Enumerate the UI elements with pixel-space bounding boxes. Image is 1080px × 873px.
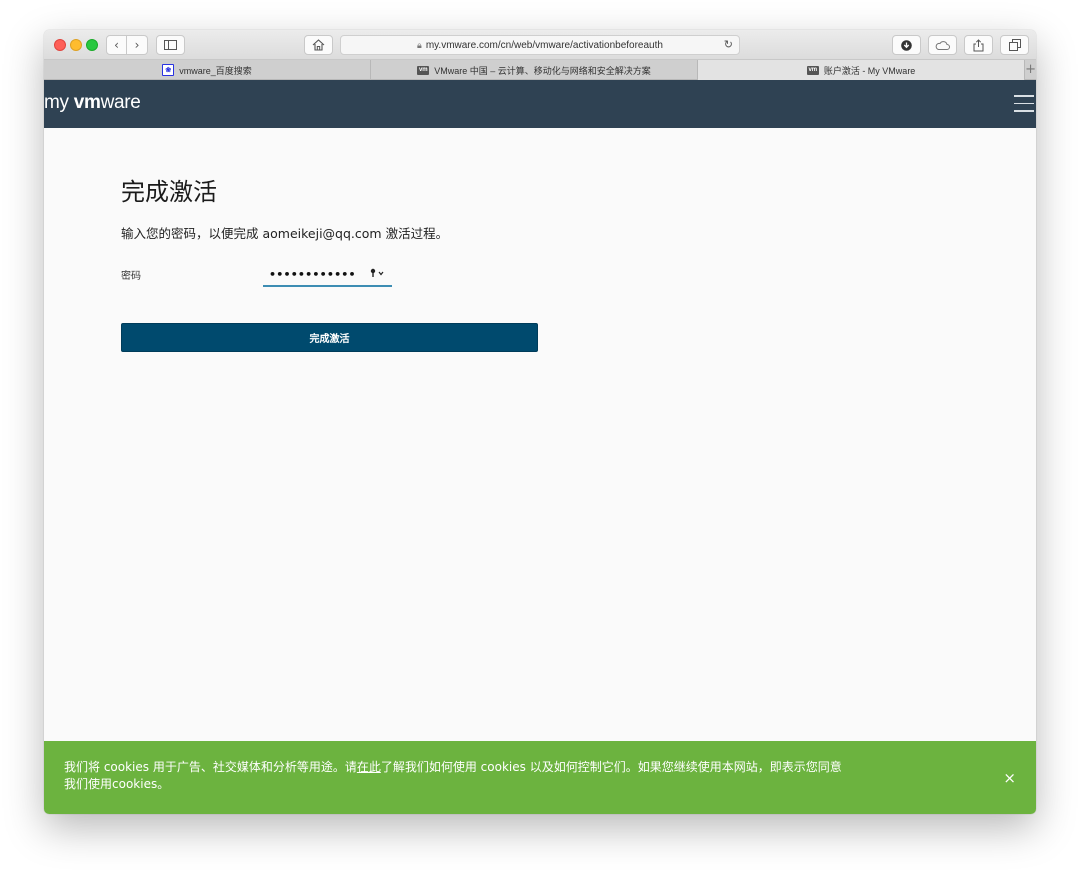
home-button[interactable] — [304, 35, 333, 55]
back-button[interactable]: ‹ — [106, 35, 127, 55]
share-icon — [973, 38, 984, 51]
lock-icon: 🔒︎ — [417, 39, 422, 50]
my-vmware-logo[interactable]: my vmware — [44, 92, 141, 114]
downloads-button[interactable] — [892, 35, 921, 55]
close-icon[interactable]: × — [1003, 769, 1016, 787]
key-icon — [370, 268, 384, 277]
sidebar-icon — [164, 40, 177, 50]
site-header: my vmware — [44, 80, 1036, 128]
tab-account-activation[interactable]: vm 账户激活 - My VMware — [698, 60, 1026, 80]
cookie-banner: 我们将 cookies 用于广告、社交媒体和分析等用途。请在此了解我们如何使用 … — [44, 741, 1036, 814]
menu-icon[interactable] — [1014, 95, 1034, 113]
tabs-icon — [1008, 39, 1021, 51]
tab-title: VMware 中国 – 云计算、移动化与网络和安全解决方案 — [434, 65, 651, 76]
new-tab-button[interactable]: + — [1025, 60, 1036, 79]
complete-activation-button[interactable]: 完成激活 — [121, 323, 538, 352]
icloud-button[interactable] — [928, 35, 957, 55]
tab-bar: ❀ vmware_百度搜索 vm VMware 中国 – 云计算、移动化与网络和… — [44, 60, 1036, 80]
tab-overview-button[interactable] — [1000, 35, 1029, 55]
tab-vmware-china[interactable]: vm VMware 中国 – 云计算、移动化与网络和安全解决方案 — [371, 60, 699, 80]
sidebar-toggle-button[interactable] — [156, 35, 185, 55]
fullscreen-window-button[interactable] — [86, 39, 98, 51]
tab-baidu-search[interactable]: ❀ vmware_百度搜索 — [44, 60, 372, 80]
download-icon — [901, 39, 912, 51]
cloud-icon — [935, 40, 950, 50]
close-window-button[interactable] — [54, 39, 66, 51]
password-label: 密码 — [121, 271, 141, 282]
logo-my: my — [44, 92, 69, 113]
address-text: my.vmware.com/cn/web/vmware/activationbe… — [425, 39, 663, 51]
tab-title: 账户激活 - My VMware — [823, 65, 916, 76]
cookie-text-before: 我们将 cookies 用于广告、社交媒体和分析等用途。请 — [64, 760, 357, 774]
tab-title: vmware_百度搜索 — [179, 65, 252, 76]
home-icon — [312, 39, 325, 51]
browser-toolbar: ‹ › 🔒︎ my.vmware.com/cn/web/vmware/activ… — [44, 30, 1036, 60]
password-mask: •••••••••••• — [269, 268, 356, 281]
minimize-window-button[interactable] — [70, 39, 82, 51]
cookie-message: 我们将 cookies 用于广告、社交媒体和分析等用途。请在此了解我们如何使用 … — [64, 759, 844, 793]
browser-window: ‹ › 🔒︎ my.vmware.com/cn/web/vmware/activ… — [44, 30, 1036, 814]
vmware-favicon: vm — [417, 65, 430, 75]
vmware-favicon: vm — [806, 65, 819, 75]
main-content: 完成激活 输入您的密码，以便完成 aomeikeji@qq.com 激活过程。 … — [44, 128, 1036, 741]
cookie-policy-link[interactable]: 在此 — [357, 760, 381, 774]
password-field[interactable]: •••••••••••• — [263, 265, 392, 287]
activation-description: 输入您的密码，以便完成 aomeikeji@qq.com 激活过程。 — [121, 226, 449, 241]
nav-buttons: ‹ › — [106, 35, 148, 55]
page-title: 完成激活 — [121, 178, 217, 206]
address-bar[interactable]: 🔒︎ my.vmware.com/cn/web/vmware/activatio… — [340, 35, 740, 55]
forward-button[interactable]: › — [127, 35, 148, 55]
share-button[interactable] — [964, 35, 993, 55]
password-key-icon[interactable] — [370, 268, 386, 281]
baidu-paw-icon: ❀ — [162, 64, 175, 76]
logo-ware: ware — [100, 92, 141, 113]
logo-vm: vm — [73, 92, 101, 113]
reload-icon[interactable]: ↻ — [724, 38, 733, 51]
